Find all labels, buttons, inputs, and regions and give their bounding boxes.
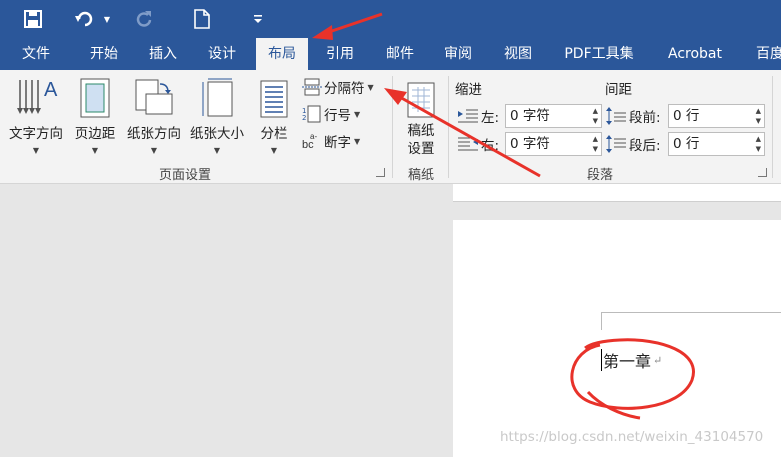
indent-left-field[interactable]: 0 字符 ▲ ▼ [505,104,602,128]
page-size-icon [186,74,248,118]
new-document-icon[interactable] [188,0,216,38]
ribbon-panel: A 文字方向 ▼ 页边距 ▼ 纸张方向 ▼ 纸张大小 ▼ 分栏 ▼ 分隔符 ▼ … [0,70,781,184]
tab-review[interactable]: 审阅 [432,38,484,70]
text-direction-icon: A [4,74,68,118]
spacing-after-label: 段后: [606,134,661,154]
columns-icon [252,74,296,118]
tab-baidu[interactable]: 百度 [744,38,781,70]
document-canvas[interactable]: 第一章 ↵ [0,184,781,457]
line-numbers-button[interactable]: 12 行号 ▼ [302,103,360,125]
manuscript-group-label: 稿纸 [407,168,434,183]
tab-file[interactable]: 文件 [10,38,62,70]
chapter-heading[interactable]: 第一章 ↵ [601,348,662,372]
page-setup-group-label: 页面设置 [158,168,211,183]
tab-references[interactable]: 引用 [314,38,366,70]
hyphenation-button[interactable]: bc a- 断字 ▼ [302,130,360,152]
tab-insert[interactable]: 插入 [137,38,189,70]
margins-icon [70,74,120,118]
svg-text:A: A [44,79,58,101]
spacing-before-field[interactable]: 0 行 ▲ ▼ [668,104,765,128]
spinner-arrows-icon[interactable]: ▲ ▼ [756,134,761,154]
ribbon-tab-bar: 文件 开始 插入 设计 布局 引用 邮件 审阅 视图 PDF工具集 Acroba… [0,38,781,70]
svg-text:a-: a- [310,132,317,141]
spinner-arrows-icon[interactable]: ▲ ▼ [593,106,598,126]
group-separator [448,76,449,178]
margins-button[interactable]: 页边距 ▼ [70,74,120,155]
spacing-before-label: 段前: [606,106,661,126]
dropdown-caret-icon: ▼ [367,82,374,92]
previous-page [453,184,781,202]
indent-right-icon [458,137,478,151]
tab-view[interactable]: 视图 [492,38,544,70]
tab-home[interactable]: 开始 [78,38,130,70]
watermark-text: https://blog.csdn.net/weixin_43104570 [500,429,764,445]
hyphenation-icon: bca- [302,132,317,150]
spinner-arrows-icon[interactable]: ▲ ▼ [756,106,761,126]
text-direction-button[interactable]: A 文字方向 ▼ [4,74,68,155]
tab-acrobat[interactable]: Acrobat [657,38,733,70]
line-numbers-icon: 12 [302,105,321,123]
manuscript-icon [398,74,444,118]
undo-icon[interactable] [72,0,98,38]
dropdown-caret-icon: ▼ [150,146,158,155]
document-page[interactable]: 第一章 ↵ [453,220,781,457]
dropdown-caret-icon: ▼ [354,109,361,119]
indent-left-label: 左: [458,106,499,126]
dropdown-caret-icon: ▼ [213,146,221,155]
margin-guide [601,312,781,313]
tab-mailings[interactable]: 邮件 [374,38,426,70]
indent-right-field[interactable]: 0 字符 ▲ ▼ [505,132,602,156]
save-icon[interactable] [18,0,48,38]
group-separator [392,76,393,178]
paragraph-launcher-icon[interactable] [758,168,767,177]
spacing-after-icon [606,135,626,153]
dropdown-caret-icon: ▼ [32,146,40,155]
group-separator [772,76,773,178]
margin-guide [601,312,602,330]
indent-header: 缩进 [455,82,482,98]
manuscript-settings-button[interactable]: 稿纸 设置 [398,74,444,158]
orientation-icon [122,74,186,118]
dropdown-caret-icon: ▼ [91,146,99,155]
spacing-after-field[interactable]: 0 行 ▲ ▼ [668,132,765,156]
breaks-button[interactable]: 分隔符 ▼ [302,76,374,98]
page-setup-launcher-icon[interactable] [376,168,385,177]
indent-right-label: 右: [458,134,499,154]
spacing-header: 间距 [605,82,632,98]
customize-toolbar-icon[interactable] [250,0,266,38]
text-cursor [601,349,602,371]
size-button[interactable]: 纸张大小 ▼ [186,74,248,155]
tab-design[interactable]: 设计 [196,38,248,70]
breaks-icon [302,78,322,96]
redo-icon[interactable] [130,0,158,38]
dropdown-caret-icon: ▼ [270,146,278,155]
tab-pdf-tools[interactable]: PDF工具集 [552,38,646,70]
tab-layout[interactable]: 布局 [256,38,308,70]
spinner-arrows-icon[interactable]: ▲ ▼ [593,134,598,154]
orientation-button[interactable]: 纸张方向 ▼ [122,74,186,155]
dropdown-caret-icon: ▼ [354,136,361,146]
columns-button[interactable]: 分栏 ▼ [252,74,296,155]
paragraph-group-label: 段落 [586,168,613,183]
spacing-before-icon [606,107,626,125]
quick-access-toolbar: ▼ [0,0,781,38]
svg-text:2: 2 [302,114,306,122]
undo-dropdown-icon[interactable]: ▼ [100,0,114,38]
indent-left-icon [458,109,478,123]
